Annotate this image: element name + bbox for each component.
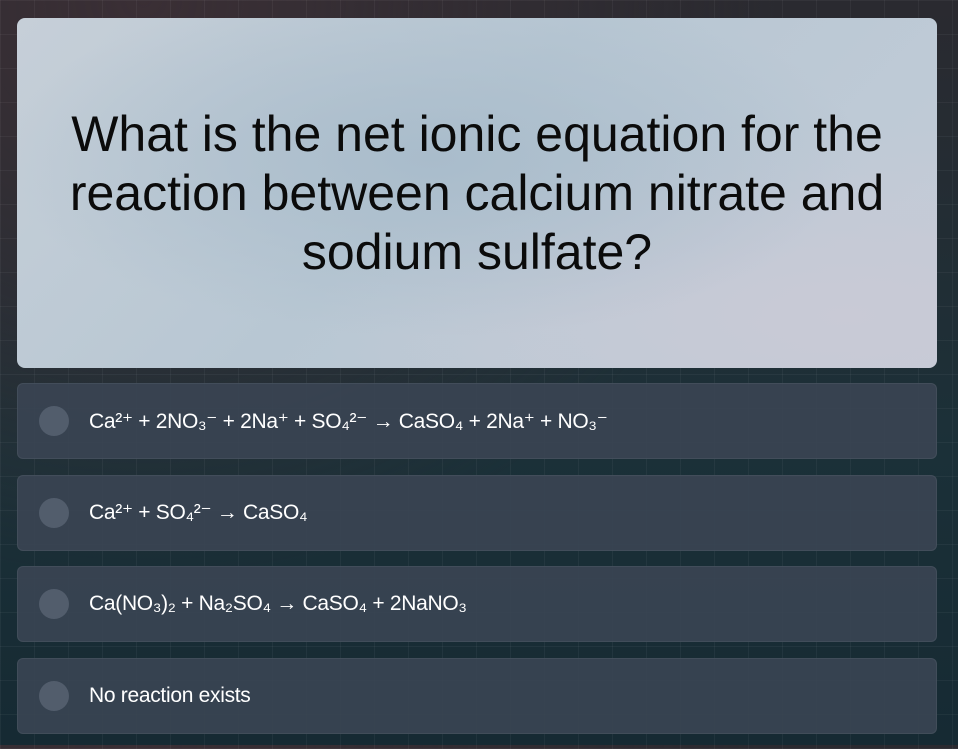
answer-option-1[interactable]: Ca²⁺ + 2NO₃⁻ + 2Na⁺ + SO₄²⁻ → CaSO₄ + 2N…	[17, 383, 937, 459]
answer-option-label: Ca²⁺ + SO₄²⁻ → CaSO₄	[89, 501, 308, 524]
radio-button-icon[interactable]	[39, 589, 69, 619]
answer-options: Ca²⁺ + 2NO₃⁻ + 2Na⁺ + SO₄²⁻ → CaSO₄ + 2N…	[17, 383, 937, 749]
answer-option-label: Ca²⁺ + 2NO₃⁻ + 2Na⁺ + SO₄²⁻ → CaSO₄ + 2N…	[89, 409, 608, 433]
answer-option-label: No reaction exists	[89, 683, 251, 707]
radio-button-icon[interactable]	[39, 406, 69, 436]
question-text: What is the net ionic equation for the r…	[69, 105, 885, 280]
answer-option-3[interactable]: Ca(NO₃)₂ + Na₂SO₄ → CaSO₄ + 2NaNO₃	[17, 566, 937, 642]
radio-button-icon[interactable]	[39, 680, 69, 711]
answer-option-2[interactable]: Ca²⁺ + SO₄²⁻ → CaSO₄	[17, 474, 937, 551]
answer-option-label: Ca(NO₃)₂ + Na₂SO₄ → CaSO₄ + 2NaNO₃	[89, 592, 467, 615]
answer-option-4[interactable]: No reaction exists	[17, 657, 937, 734]
radio-button-icon[interactable]	[39, 497, 69, 528]
question-card: What is the net ionic equation for the r…	[17, 18, 937, 368]
